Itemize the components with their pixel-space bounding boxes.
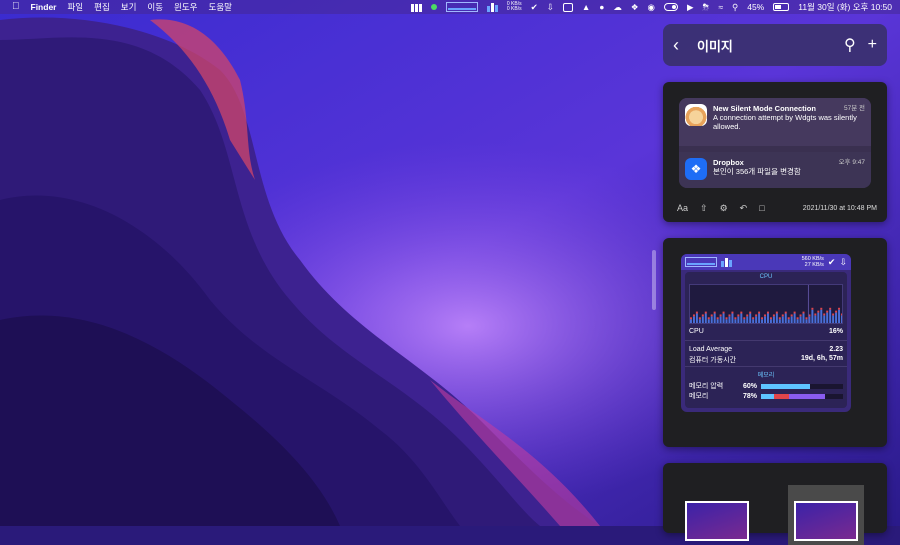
memory-label: 메모리: [689, 393, 709, 400]
menu-app-name[interactable]: Finder: [31, 2, 57, 12]
memory-bars-icon[interactable]: [410, 2, 422, 12]
menu-go[interactable]: 이동: [147, 1, 163, 13]
load-average-value: 2.23: [829, 346, 843, 353]
download-icon: ⇩: [839, 256, 847, 267]
status-dot-icon[interactable]: [430, 4, 437, 10]
notification-title: New Silent Mode Connection: [713, 104, 816, 113]
chat-icon[interactable]: ●: [599, 2, 604, 12]
settings-gear-icon[interactable]: ⚙: [720, 203, 728, 214]
download-icon[interactable]: ⇩: [547, 2, 554, 13]
net-down-label: 27 KB/s: [804, 262, 824, 268]
memory-app-fill: [774, 393, 789, 399]
spotlight-search-icon[interactable]: ⚲: [732, 2, 738, 13]
dropbox-icon[interactable]: ❖: [631, 2, 639, 13]
add-icon[interactable]: +: [868, 36, 877, 54]
istat-net-speed: 560 KB/s 27 KB/s: [802, 256, 824, 268]
memory-pressure-label: 메모리 압력: [689, 383, 724, 390]
toggle-icon[interactable]: [663, 3, 678, 11]
notification-time: 57분 전: [844, 105, 865, 112]
apple-menu-icon[interactable]: : [12, 0, 20, 14]
menu-window[interactable]: 윈도우: [174, 1, 197, 13]
disk-bars-icon[interactable]: [486, 2, 498, 12]
checkmark-icon[interactable]: ✔: [531, 2, 538, 13]
memory-section-title: 메모리: [757, 373, 775, 379]
load-average-row: Load Average 2.23: [689, 346, 843, 353]
memory-pressure-row: 메모리 압력 60%: [689, 381, 843, 391]
cpu-section-title: CPU: [759, 274, 773, 280]
notification-stack: New Silent Mode Connection A connection …: [679, 98, 871, 188]
cpu-label: CPU: [689, 328, 704, 335]
menu-file[interactable]: 파일: [67, 1, 83, 13]
uptime-value: 19d, 6h, 57m: [800, 355, 843, 362]
wifi-icon[interactable]: ≈: [718, 2, 723, 12]
cloud-icon[interactable]: ☁: [613, 2, 622, 13]
search-icon[interactable]: ⚲: [844, 35, 856, 55]
window-icon[interactable]: [562, 2, 573, 12]
card-toolbar: Aa ⇧ ⚙ ↶ □ 2021/11/30 at 10:48 PM: [677, 202, 877, 214]
hat-icon[interactable]: ▲: [582, 2, 590, 12]
disk-bars-icon: [721, 257, 732, 267]
notification-item: New Silent Mode Connection A connection …: [679, 98, 871, 146]
load-average-label: Load Average: [689, 346, 733, 353]
notification-icon[interactable]: ◉: [648, 2, 655, 13]
uptime-label: 컴퓨터 가동시간: [689, 357, 737, 364]
clip-card-images[interactable]: [663, 463, 887, 545]
memory-wired-fill: [761, 393, 775, 399]
memory-value: 78%: [742, 392, 757, 400]
menu-bar:  Finder 파일 편집 보기 이동 윈도우 도움말 0 KB/s0 KB/…: [0, 0, 900, 14]
menu-help[interactable]: 도움말: [209, 1, 232, 13]
notification-time: 오후 9:47: [838, 159, 865, 166]
battery-icon[interactable]: [773, 3, 790, 11]
image-thumbnail: [794, 501, 858, 541]
battery-percent[interactable]: 45%: [747, 2, 764, 12]
image-thumbnail: [685, 501, 749, 541]
menubar-net-speed[interactable]: 0 KB/s 0 KB/s: [507, 2, 522, 12]
cpu-graph-icon[interactable]: [445, 2, 478, 12]
cpu-value: 16%: [828, 328, 843, 335]
panel-scroll-handle[interactable]: [652, 250, 656, 310]
notification-body: 본인이 356개 파일을 변경함: [713, 167, 801, 176]
text-format-icon[interactable]: Aa: [677, 203, 688, 213]
trash-icon[interactable]: □: [759, 203, 764, 213]
cpu-graph-icon: [685, 257, 717, 267]
clipboard-panel-header: ‹ 이미지 ⚲ +: [663, 24, 887, 66]
memory-compressed-fill: [788, 393, 825, 399]
divider: [685, 340, 847, 341]
checkmark-icon: ✔: [827, 256, 836, 267]
notification-item: ❖ Dropbox 본인이 356개 파일을 변경함 오후 9:47: [679, 152, 871, 188]
notification-body: A connection attempt by Wdgts was silent…: [713, 113, 857, 131]
istat-menubar-strip: 560 KB/s 27 KB/s ✔ ⇩: [681, 254, 851, 270]
clip-card-istat[interactable]: 560 KB/s 27 KB/s ✔ ⇩ CPU CPU 16% Load Ave…: [663, 238, 887, 447]
share-icon[interactable]: ⇧: [700, 203, 708, 214]
memory-pressure-bar: [761, 383, 843, 389]
clip-card-notifications[interactable]: New Silent Mode Connection A connection …: [663, 82, 887, 222]
little-snitch-icon: [685, 104, 707, 126]
back-chevron-icon[interactable]: ‹: [673, 35, 693, 56]
istat-dropdown: CPU CPU 16% Load Average 2.23 컴퓨터 가동시간 1…: [685, 272, 847, 408]
divider: [685, 366, 847, 367]
memory-row: 메모리 78%: [689, 391, 843, 401]
net-down-label: 0 KB/s: [506, 6, 522, 12]
undo-icon[interactable]: ↶: [740, 203, 748, 214]
play-icon[interactable]: ▶: [687, 2, 694, 13]
card-timestamp: 2021/11/30 at 10:48 PM: [802, 204, 877, 212]
menu-edit[interactable]: 편집: [94, 1, 110, 13]
panel-title: 이미지: [697, 38, 733, 54]
istat-widget: 560 KB/s 27 KB/s ✔ ⇩ CPU CPU 16% Load Ave…: [681, 254, 851, 412]
shield-icon[interactable]: ⛈: [703, 2, 710, 13]
dropbox-app-icon: ❖: [685, 158, 707, 180]
cpu-history-graph: [689, 284, 843, 324]
memory-bar: [761, 393, 843, 399]
memory-pressure-value: 60%: [742, 382, 757, 390]
menubar-clock[interactable]: 11월 30일 (화) 오후 10:50: [798, 1, 892, 13]
menu-view[interactable]: 보기: [121, 1, 137, 13]
uptime-row: 컴퓨터 가동시간 19d, 6h, 57m: [689, 355, 843, 365]
memory-pressure-fill: [761, 383, 811, 389]
cpu-row: CPU 16%: [689, 328, 843, 335]
